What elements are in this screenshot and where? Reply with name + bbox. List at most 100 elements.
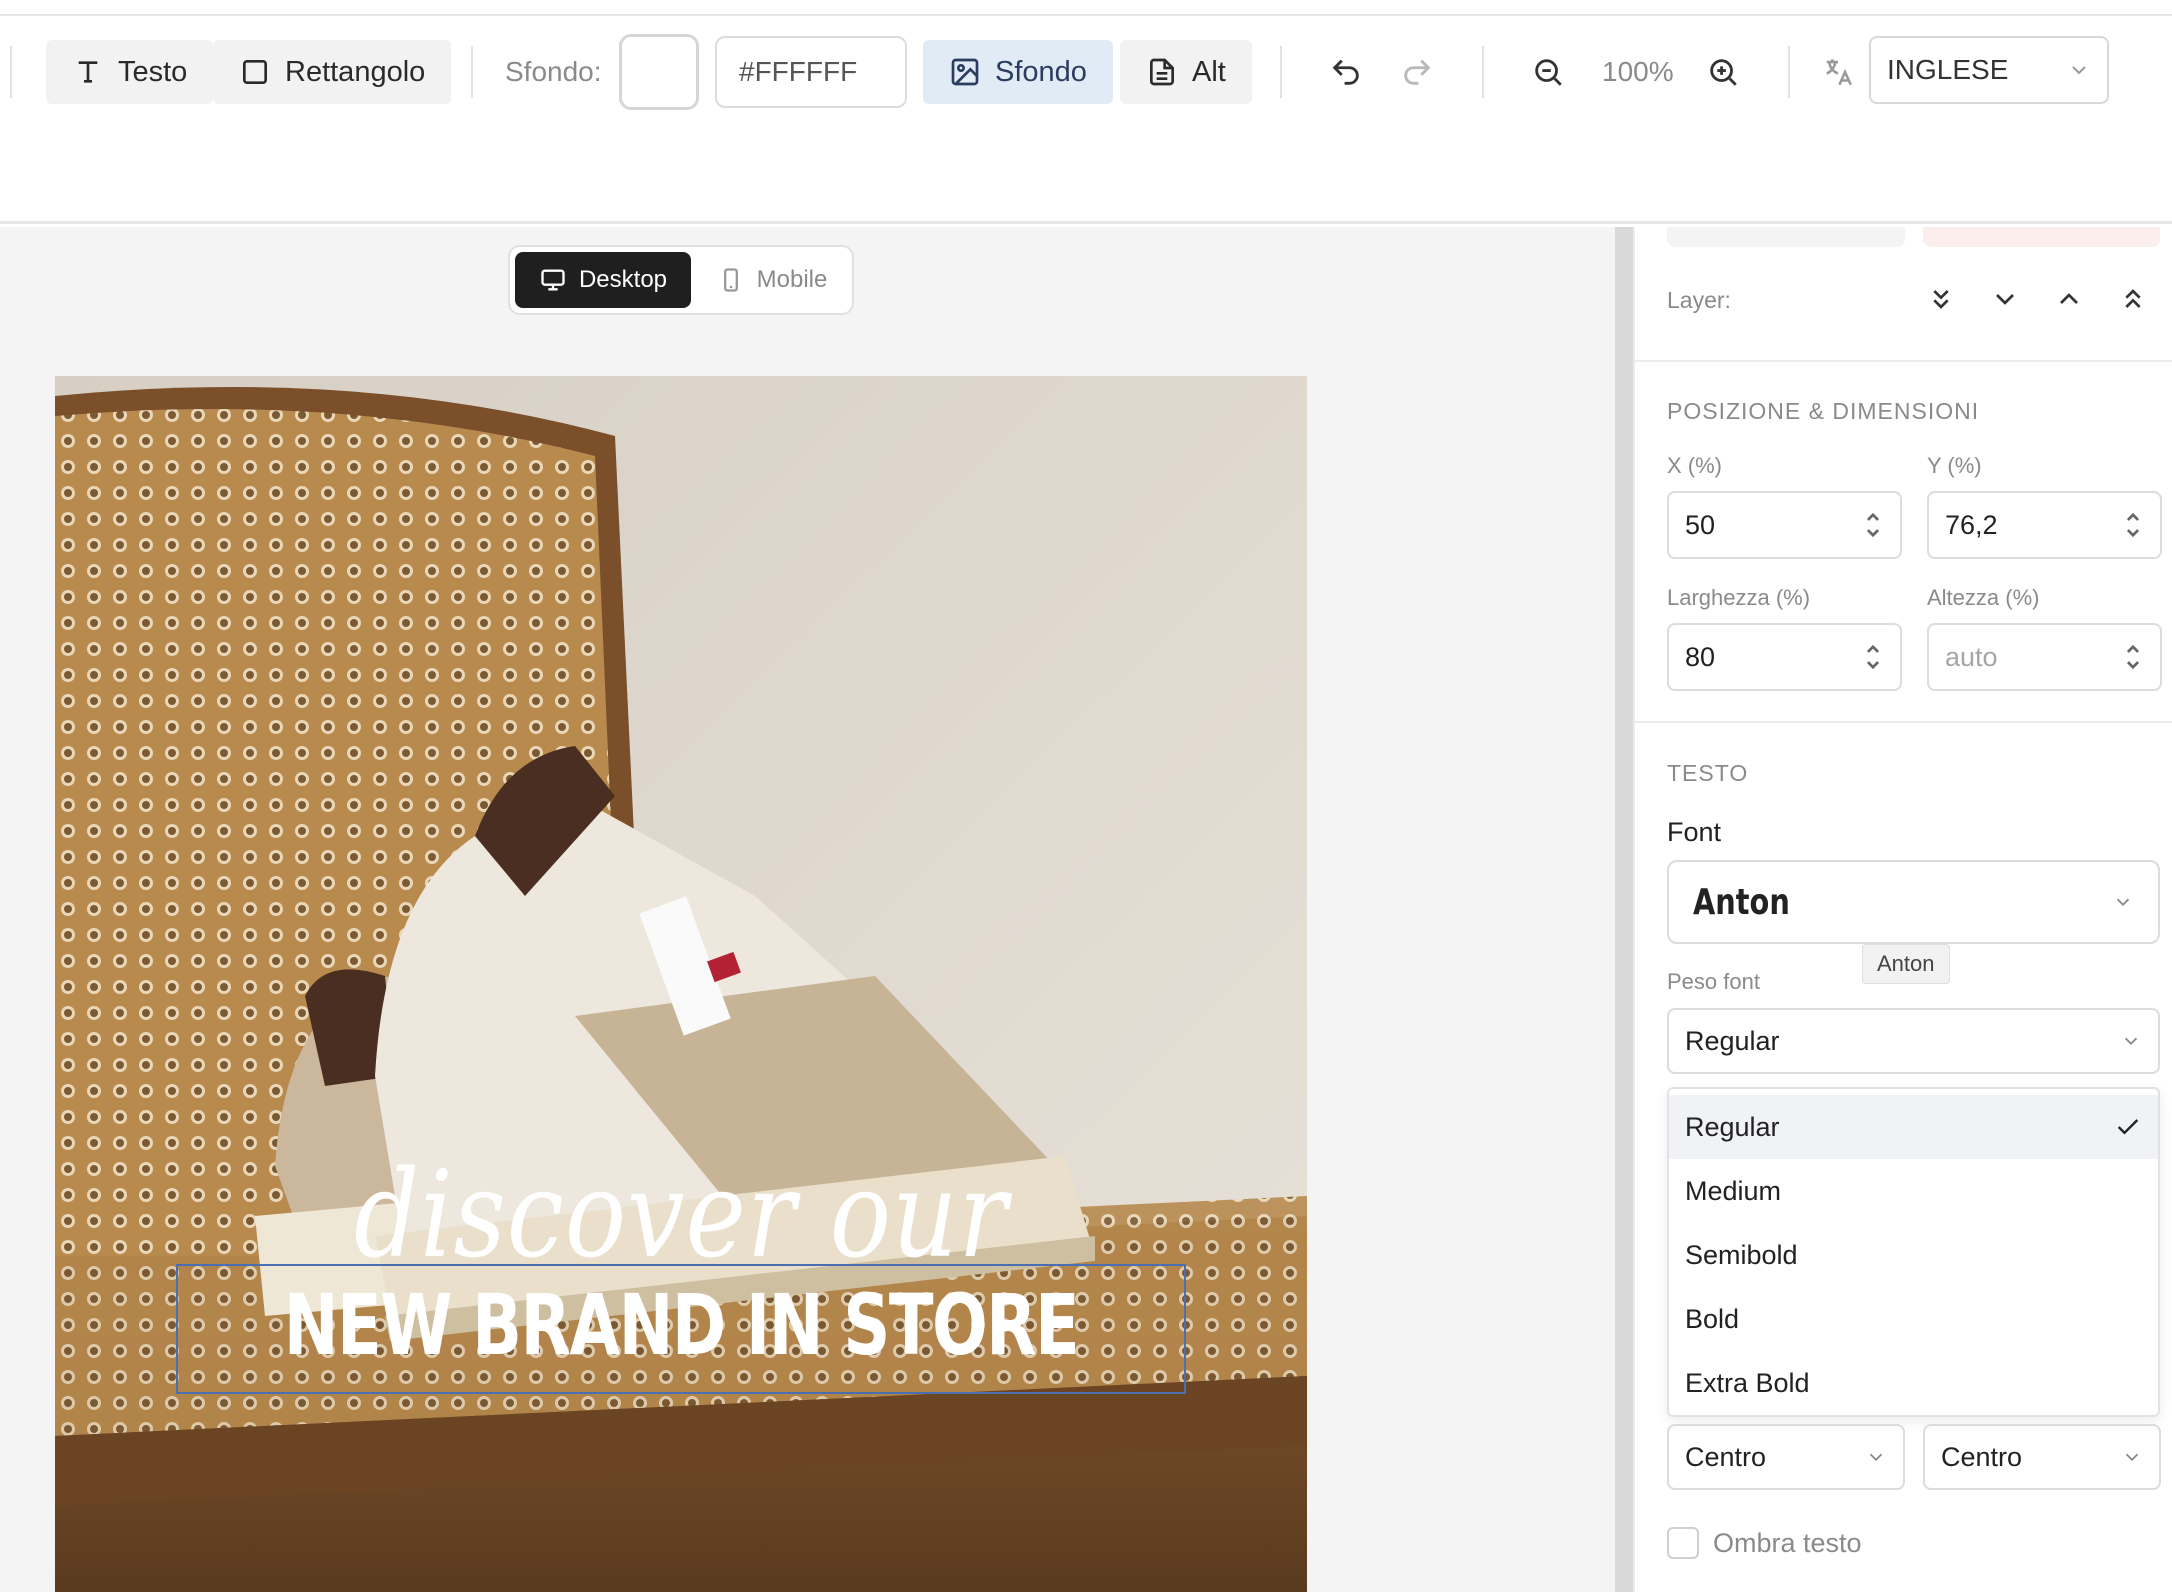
weight-option-label: Bold <box>1685 1303 1740 1334</box>
text-tool-label: Testo <box>118 55 188 88</box>
width-value: 80 <box>1685 641 1716 672</box>
weight-option-label: Semibold <box>1685 1239 1798 1270</box>
bring-to-front-icon[interactable] <box>2117 283 2149 315</box>
square-icon <box>243 60 267 84</box>
chevron-down-icon <box>2125 1453 2139 1462</box>
background-hex-input[interactable]: #FFFFFF <box>715 36 907 108</box>
font-label: Font <box>1667 817 1722 847</box>
phone-icon <box>723 268 738 292</box>
mobile-view-button[interactable]: Mobile <box>697 252 847 308</box>
monitor-icon <box>541 269 565 291</box>
toolbar-separator <box>1788 46 1790 98</box>
toolbar-separator <box>471 46 473 98</box>
position-section-title: POSIZIONE & DIMENSIONI <box>1667 398 1980 424</box>
text-shadow-checkbox[interactable] <box>1667 1527 1699 1559</box>
weight-option[interactable]: Extra Bold <box>1669 1351 2158 1415</box>
horizontal-align-select[interactable]: Centro <box>1667 1424 1905 1490</box>
desktop-view-button[interactable]: Desktop <box>515 252 691 308</box>
chevron-down-icon <box>2124 1037 2138 1046</box>
language-value: INGLESE <box>1887 54 2009 85</box>
bring-forward-icon[interactable] <box>2053 283 2085 315</box>
properties-panel: Layer: POSIZIONE & DIMENSIONI X (%) 50 Y… <box>1633 227 2172 1592</box>
zoom-in-button[interactable] <box>1703 52 1743 92</box>
toolbar-separator <box>1280 46 1282 98</box>
artboard[interactable]: discover our NEW BRAND IN STORE <box>55 376 1307 1592</box>
rectangle-tool-label: Rettangolo <box>285 55 426 88</box>
stepper-icon[interactable] <box>1862 640 1884 674</box>
chevron-down-icon <box>2116 898 2130 907</box>
x-input[interactable]: 50 <box>1667 491 1902 559</box>
toolbar-separator <box>1482 46 1484 98</box>
text-icon <box>78 61 98 83</box>
send-backward-icon[interactable] <box>1989 283 2021 315</box>
y-input[interactable]: 76,2 <box>1927 491 2162 559</box>
desktop-label: Desktop <box>578 266 668 293</box>
text-shadow-row[interactable]: Ombra testo <box>1667 1527 1862 1559</box>
undo-button[interactable] <box>1326 52 1366 92</box>
background-label: Sfondo: <box>505 56 602 87</box>
y-label: Y (%) <box>1927 453 1982 478</box>
background-image-button[interactable]: Sfondo <box>923 40 1113 104</box>
translate-icon <box>1826 59 1852 86</box>
font-tooltip: Anton <box>1862 944 1950 984</box>
text-tool-button[interactable]: Testo <box>46 40 214 104</box>
panel-divider <box>1635 360 2172 362</box>
text-section-title: TESTO <box>1667 760 1749 786</box>
text-shadow-label: Ombra testo <box>1713 1527 1862 1558</box>
font-select[interactable]: Anton <box>1667 860 2160 944</box>
canvas-scrollbar[interactable] <box>1615 227 1633 1592</box>
zoom-in-icon <box>1710 59 1737 86</box>
send-to-back-icon[interactable] <box>1925 283 1957 315</box>
background-image-label: Sfondo <box>995 55 1087 88</box>
horizontal-align-value: Centro <box>1685 1441 1767 1472</box>
height-label: Altezza (%) <box>1927 585 2040 610</box>
delete-button[interactable] <box>1923 227 2160 247</box>
headline-bold-text[interactable]: NEW BRAND IN STORE <box>193 1270 1170 1380</box>
weight-option-label: Regular <box>1685 1111 1780 1142</box>
mobile-label: Mobile <box>756 266 828 293</box>
width-label: Larghezza (%) <box>1667 585 1811 610</box>
zoom-out-button[interactable] <box>1528 52 1568 92</box>
x-value: 50 <box>1685 509 1716 540</box>
sneaker-photo <box>55 376 1307 1592</box>
vertical-align-value: Centro <box>1941 1441 2023 1472</box>
canvas-area: Desktop Mobile discover our NEW BRAND IN… <box>0 227 1615 1592</box>
alt-text-label: Alt <box>1192 55 1226 88</box>
weight-option[interactable]: Regular <box>1669 1095 2158 1159</box>
image-icon <box>951 58 979 86</box>
font-weight-select[interactable]: Regular <box>1667 1008 2160 1074</box>
weight-option[interactable]: Semibold <box>1669 1223 2158 1287</box>
language-select[interactable]: INGLESE <box>1869 36 2109 104</box>
layer-label: Layer: <box>1667 287 1731 313</box>
font-weight-dropdown: Regular Medium Semibold Bold Extra Bold <box>1667 1087 2160 1417</box>
background-color-swatch[interactable] <box>619 34 699 110</box>
font-value: Anton <box>1693 881 1790 923</box>
weight-option[interactable]: Medium <box>1669 1159 2158 1223</box>
alt-text-button[interactable]: Alt <box>1120 40 1252 104</box>
stepper-icon[interactable] <box>2122 508 2144 542</box>
rectangle-tool-button[interactable]: Rettangolo <box>213 40 452 104</box>
chevron-down-icon <box>1869 1453 1883 1462</box>
stepper-icon[interactable] <box>2122 640 2144 674</box>
font-weight-label: Peso font <box>1667 969 1760 994</box>
redo-icon <box>1404 59 1431 85</box>
document-icon <box>1150 58 1174 86</box>
editor-toolbar: Testo Rettangolo Sfondo: #FFFFFF Sfondo … <box>0 16 2172 224</box>
panel-divider <box>1635 721 2172 723</box>
vertical-align-select[interactable]: Centro <box>1923 1424 2161 1490</box>
stepper-icon[interactable] <box>1862 508 1884 542</box>
x-label: X (%) <box>1667 453 1722 478</box>
width-input[interactable]: 80 <box>1667 623 1902 691</box>
duplicate-button[interactable] <box>1667 227 1905 247</box>
weight-option[interactable]: Bold <box>1669 1287 2158 1351</box>
zoom-out-icon <box>1535 59 1562 86</box>
height-placeholder: auto <box>1945 641 1998 672</box>
toolbar-separator <box>10 46 12 98</box>
y-value: 76,2 <box>1945 509 1998 540</box>
chevron-down-icon <box>2072 66 2086 75</box>
height-input[interactable]: auto <box>1927 623 2162 691</box>
weight-option-label: Medium <box>1685 1175 1782 1206</box>
translate-icon-wrap <box>1818 52 1858 92</box>
redo-button[interactable] <box>1397 52 1437 92</box>
undo-icon <box>1332 59 1359 85</box>
